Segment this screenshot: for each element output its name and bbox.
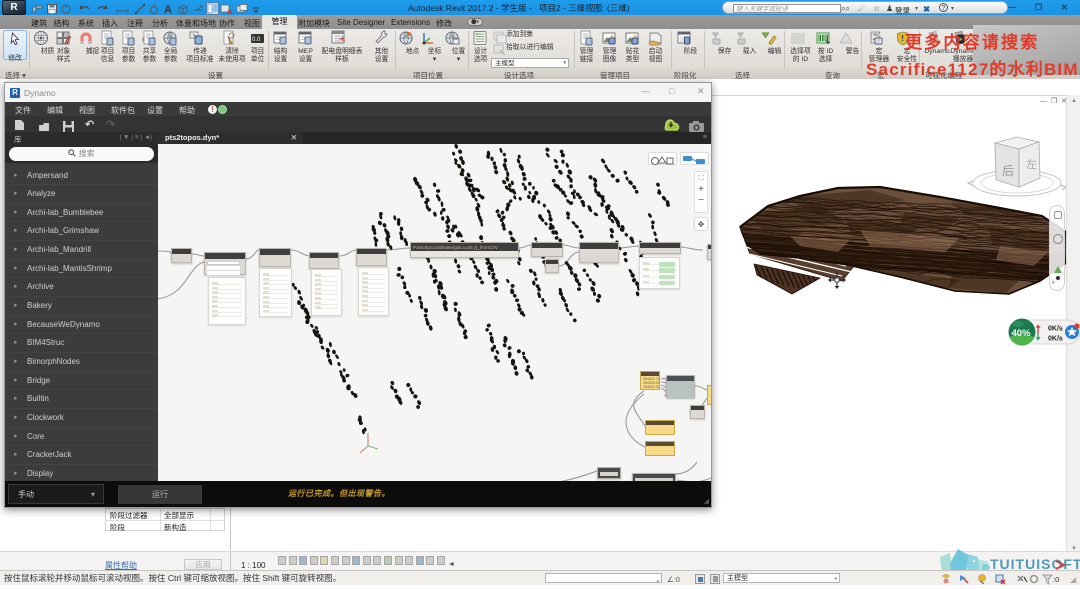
svg-text:40%: 40% <box>1012 328 1032 339</box>
svg-text:!: ! <box>901 34 904 43</box>
svg-text:左: 左 <box>1026 158 1037 171</box>
svg-text:0.0: 0.0 <box>252 37 261 43</box>
svg-text:0K/s: 0K/s <box>1048 336 1063 343</box>
svg-text:0K/s: 0K/s <box>1048 326 1063 333</box>
svg-text:A: A <box>164 4 172 15</box>
svg-text::0: :0 <box>1053 575 1059 584</box>
svg-text:后: 后 <box>1002 164 1014 178</box>
